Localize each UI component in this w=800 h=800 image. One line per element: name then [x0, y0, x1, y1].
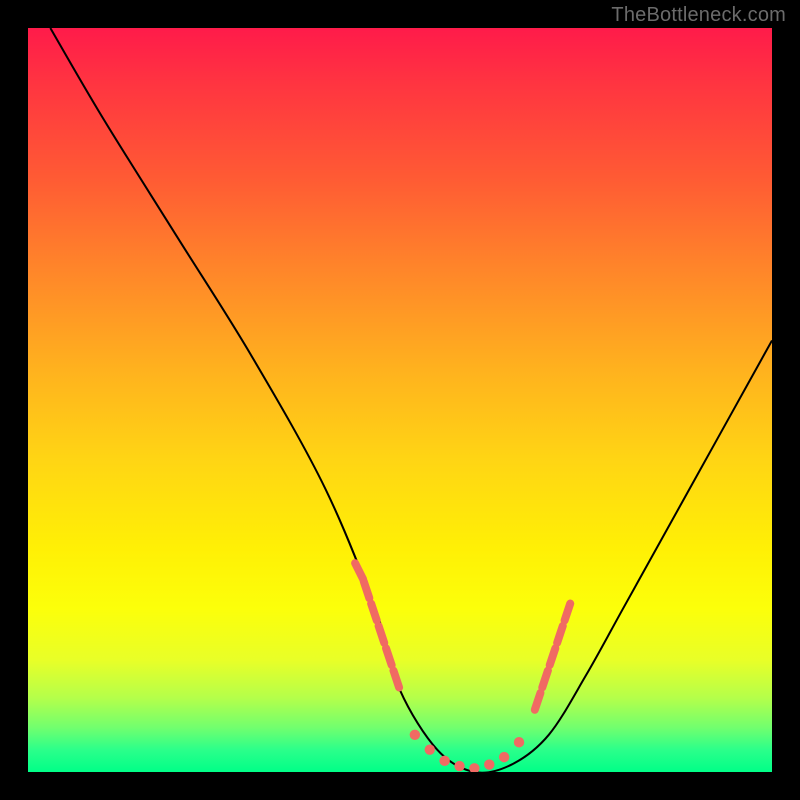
watermark: TheBottleneck.com [611, 4, 786, 27]
line-chart [28, 28, 772, 772]
valley-markers [355, 563, 570, 772]
series-curve [50, 28, 772, 772]
plot-area [28, 28, 772, 772]
